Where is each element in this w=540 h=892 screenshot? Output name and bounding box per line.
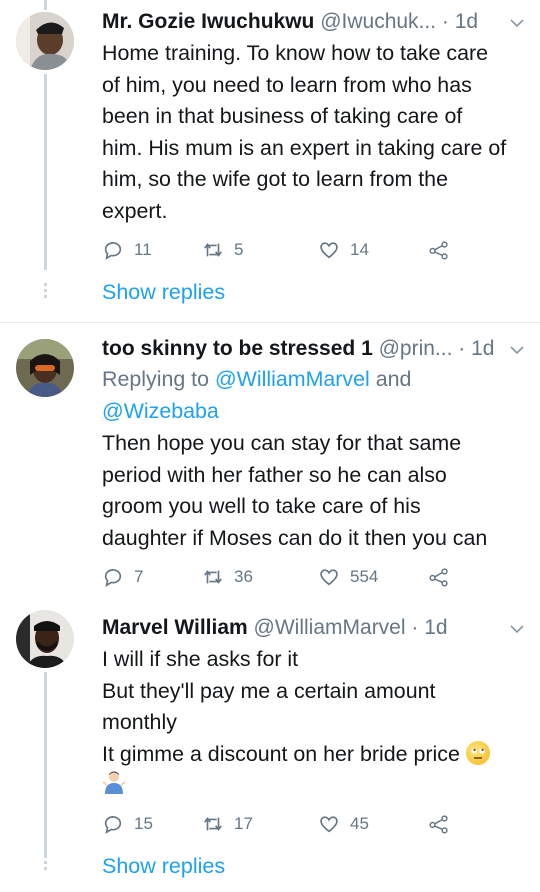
mention-link[interactable]: @WilliamMarvel: [215, 367, 370, 391]
share-button[interactable]: [428, 563, 450, 591]
retweet-button[interactable]: 36: [202, 563, 253, 591]
avatar[interactable]: [16, 610, 74, 668]
retweet-count: 36: [234, 567, 253, 586]
text-line: expert.: [102, 198, 168, 223]
replying-to-label: Replying to: [102, 367, 215, 391]
user-handle[interactable]: @WilliamMarvel: [254, 616, 406, 639]
share-button[interactable]: [428, 236, 450, 264]
retweet-icon: [204, 243, 222, 257]
like-button[interactable]: 45: [318, 810, 369, 838]
user-handle[interactable]: @Iwuchuk...: [320, 10, 436, 33]
share-icon: [429, 241, 448, 260]
like-button[interactable]: 14: [318, 236, 369, 264]
reply-count: 15: [134, 814, 153, 833]
retweet-button[interactable]: 17: [202, 810, 253, 838]
user-handle[interactable]: @prin...: [379, 337, 453, 360]
heart-icon: [320, 569, 338, 586]
avatar[interactable]: [16, 12, 74, 70]
like-count: 554: [350, 567, 379, 586]
text-line: monthly: [102, 710, 177, 734]
reply-icon: [104, 569, 122, 587]
show-replies-link[interactable]: Show replies: [102, 852, 225, 880]
retweet-button[interactable]: 5: [202, 236, 243, 264]
display-name[interactable]: Marvel William: [102, 616, 248, 639]
chevron-down-icon[interactable]: [510, 16, 524, 30]
text-line: been in that business of taking care of: [102, 104, 463, 128]
display-name[interactable]: Mr. Gozie Iwuchukwu: [102, 10, 314, 33]
action-bar: 15 17 45: [102, 810, 522, 838]
reply-icon: [104, 816, 122, 834]
reply-button[interactable]: 7: [102, 563, 143, 591]
thread-line: [44, 74, 47, 270]
heart-icon: [320, 242, 338, 259]
tweet-header: Marvel William @WilliamMarvel · 1d: [102, 614, 526, 642]
text-line: It gimme a discount on her bride price: [102, 741, 460, 766]
action-bar: 7 36 554: [102, 563, 522, 591]
reply-button[interactable]: 15: [102, 810, 153, 838]
thread-dots: [44, 283, 47, 301]
like-count: 45: [350, 814, 369, 833]
chevron-down-icon[interactable]: [510, 622, 524, 636]
text-line: daughter if Moses can do it then you can: [102, 525, 488, 550]
text-line: him. His mum is an expert in taking care…: [102, 135, 507, 160]
reply-count: 7: [134, 567, 144, 586]
heart-icon: [320, 816, 338, 833]
share-icon: [429, 568, 448, 587]
action-bar: 11 5 14: [102, 236, 522, 264]
avatar[interactable]: [16, 339, 74, 397]
retweet-icon: [204, 817, 222, 831]
mention-link[interactable]: @Wizebaba: [102, 396, 522, 428]
thread-dots: [44, 855, 47, 873]
text-line: Home training. To know how to take care: [102, 41, 489, 65]
tweet-time[interactable]: · 1d: [442, 10, 478, 33]
tweet-time[interactable]: · 1d: [458, 337, 494, 360]
tweet-text: Home training. To know how to take care …: [102, 38, 522, 227]
like-button[interactable]: 554: [318, 563, 378, 591]
like-count: 14: [350, 240, 369, 259]
text-line: groom you well to take care of his: [102, 494, 421, 518]
text-line: Then hope you can stay for that same: [102, 431, 462, 455]
tweet-3[interactable]: Marvel William @WilliamMarvel · 1d I wil…: [0, 600, 540, 892]
retweet-count: 5: [234, 240, 244, 259]
text-line: I will if she asks for it: [102, 647, 299, 671]
retweet-icon: [204, 570, 222, 584]
reply-button[interactable]: 11: [102, 236, 152, 264]
reply-context: Replying to @WilliamMarvel and @Wizebaba: [102, 364, 522, 427]
reply-icon: [104, 242, 122, 260]
text-line: But they'll pay me a certain amount: [102, 678, 436, 703]
person-shrugging-emoji: [102, 770, 126, 806]
retweet-count: 17: [234, 814, 253, 833]
face-with-rolling-eyes-emoji: [465, 740, 490, 765]
display-name[interactable]: too skinny to be stressed 1: [102, 337, 373, 360]
chevron-down-icon[interactable]: [510, 343, 524, 357]
text-line: period with her father so he can also: [102, 462, 447, 487]
tweet-time[interactable]: · 1d: [411, 616, 447, 639]
share-icon: [429, 815, 448, 834]
tweet-2[interactable]: too skinny to be stressed 1 @prin... · 1…: [0, 323, 540, 593]
tweet-text: I will if she asks for it But they'll pa…: [102, 644, 522, 801]
reply-count: 11: [134, 240, 152, 259]
tweet-header: Mr. Gozie Iwuchukwu @Iwuchuk... · 1d: [102, 8, 526, 36]
tweet-1[interactable]: Mr. Gozie Iwuchukwu @Iwuchuk... · 1d Hom…: [0, 0, 540, 322]
replying-and: and: [369, 367, 412, 391]
text-line: of him, you need to learn from who has: [102, 72, 472, 97]
text-line: him, so the wife got to learn from the: [102, 167, 448, 191]
tweet-text: Then hope you can stay for that same per…: [102, 428, 522, 554]
show-replies-link[interactable]: Show replies: [102, 278, 225, 306]
share-button[interactable]: [428, 810, 450, 838]
thread-line: [44, 672, 47, 857]
tweet-header: too skinny to be stressed 1 @prin... · 1…: [102, 335, 526, 363]
